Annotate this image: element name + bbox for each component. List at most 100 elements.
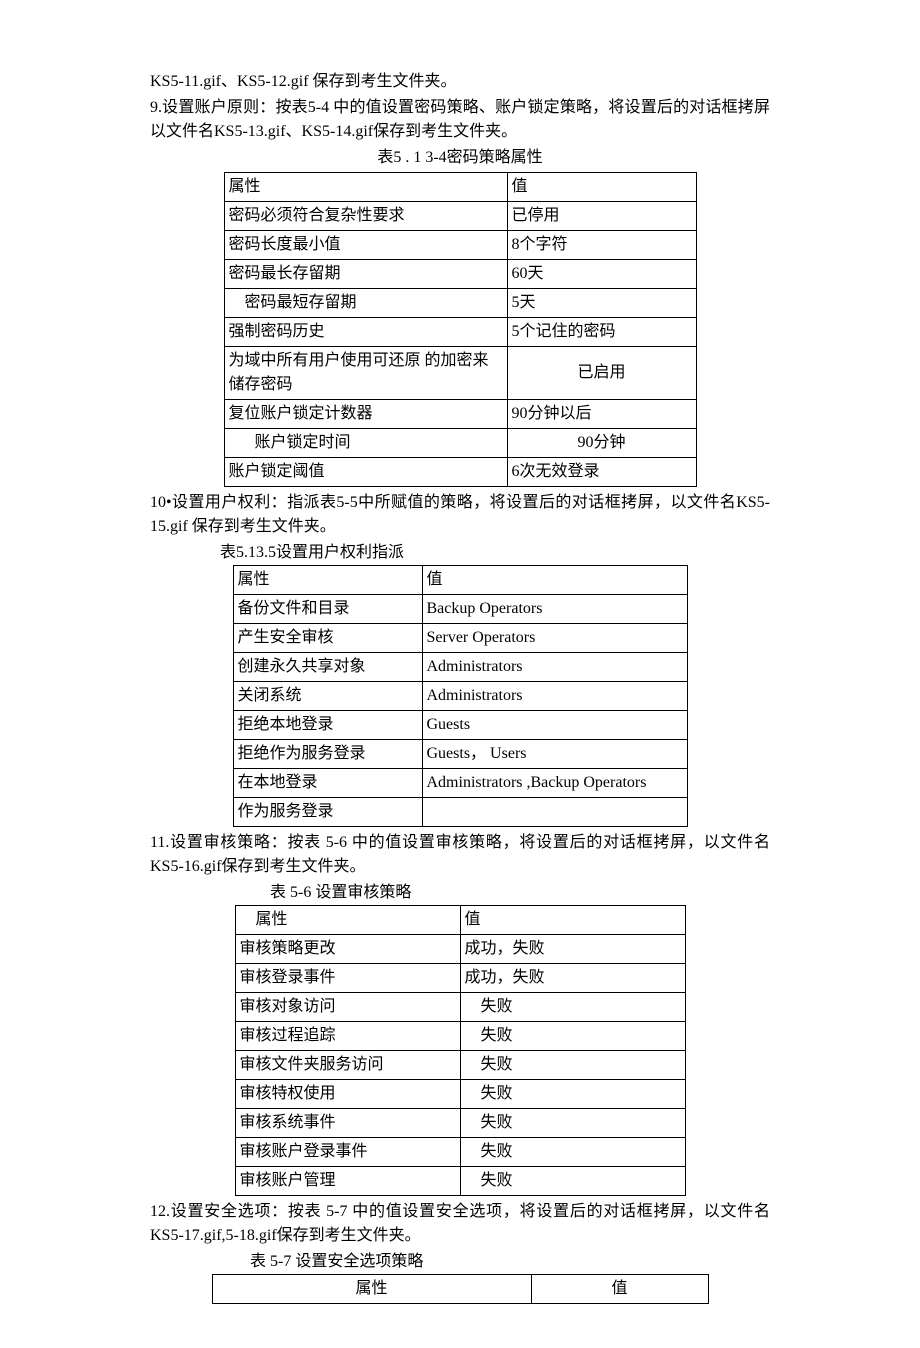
table-row: 密码最短存留期5天	[224, 289, 696, 318]
table-user-rights: 属性 值 备份文件和目录Backup Operators 产生安全审核Serve…	[233, 565, 688, 827]
table-row: 审核对象访问失败	[235, 993, 685, 1022]
paragraph-intro-2: 9.设置账户原则：按表5-4 中的值设置密码策略、账户锁定策略，将设置后的对话框…	[150, 96, 770, 144]
table-row: 为域中所有用户使用可还原 的加密来储存密码已启用	[224, 347, 696, 400]
table-row: 账户锁定时间90分钟	[224, 429, 696, 458]
cell: 密码最短存留期	[224, 289, 507, 318]
cell: 成功，失败	[460, 935, 685, 964]
cell: 6次无效登录	[507, 458, 696, 487]
cell: 已停用	[507, 202, 696, 231]
paragraph-12: 12.设置安全选项：按表 5-7 中的值设置安全选项，将设置后的对话框拷屏，以文…	[150, 1200, 770, 1248]
table-password-policy: 属性 值 密码必须符合复杂性要求已停用 密码长度最小值8个字符 密码最长存留期6…	[224, 172, 697, 487]
table-row: 审核账户登录事件失败	[235, 1138, 685, 1167]
cell: 失败	[460, 1167, 685, 1196]
table-row: 拒绝作为服务登录Guests， Users	[233, 740, 687, 769]
table-row: 审核系统事件失败	[235, 1109, 685, 1138]
table-row: 密码必须符合复杂性要求已停用	[224, 202, 696, 231]
cell: 失败	[460, 1080, 685, 1109]
header-cell: 属性	[224, 173, 507, 202]
cell: 作为服务登录	[233, 798, 422, 827]
cell: 密码长度最小值	[224, 231, 507, 260]
table3-caption: 表 5-6 设置审核策略	[270, 881, 770, 905]
paragraph-10: 10•设置用户权利：指派表5-5中所赋值的策略，将设置后的对话框拷屏，以文件名K…	[150, 491, 770, 539]
table-row: 关闭系统Administrators	[233, 682, 687, 711]
cell: 90分钟	[507, 429, 696, 458]
cell: 已启用	[507, 347, 696, 400]
header-cell: 值	[507, 173, 696, 202]
header-cell: 值	[460, 906, 685, 935]
cell: 成功，失败	[460, 964, 685, 993]
cell: Server Operators	[422, 624, 687, 653]
cell: 失败	[460, 1138, 685, 1167]
table-security-options: 属性 值	[212, 1274, 709, 1304]
table-row: 产生安全审核Server Operators	[233, 624, 687, 653]
cell: 审核系统事件	[235, 1109, 460, 1138]
table-row: 审核过程追踪失败	[235, 1022, 685, 1051]
cell: 失败	[460, 1051, 685, 1080]
table-row: 密码最长存留期60天	[224, 260, 696, 289]
table-row: 属性 值	[235, 906, 685, 935]
table-row: 作为服务登录	[233, 798, 687, 827]
cell: 账户锁定阈值	[224, 458, 507, 487]
cell: Administrators	[422, 653, 687, 682]
header-cell: 属性	[235, 906, 460, 935]
cell: 在本地登录	[233, 769, 422, 798]
table-row: 备份文件和目录Backup Operators	[233, 595, 687, 624]
cell: 密码最长存留期	[224, 260, 507, 289]
table2-caption: 表5.13.5设置用户权利指派	[220, 541, 770, 565]
cell: Guests， Users	[422, 740, 687, 769]
cell: 复位账户锁定计数器	[224, 400, 507, 429]
table-row: 拒绝本地登录Guests	[233, 711, 687, 740]
table-row: 审核文件夹服务访问失败	[235, 1051, 685, 1080]
table-row: 审核登录事件成功，失败	[235, 964, 685, 993]
table-row: 审核账户管理失败	[235, 1167, 685, 1196]
cell: 审核登录事件	[235, 964, 460, 993]
table-row: 密码长度最小值8个字符	[224, 231, 696, 260]
table-row: 属性 值	[233, 566, 687, 595]
table-row: 强制密码历史5个记住的密码	[224, 318, 696, 347]
header-cell: 值	[422, 566, 687, 595]
table-row: 账户锁定阈值6次无效登录	[224, 458, 696, 487]
table-audit-policy: 属性 值 审核策略更改成功，失败 审核登录事件成功，失败 审核对象访问失败 审核…	[235, 905, 686, 1196]
cell: 60天	[507, 260, 696, 289]
cell: 拒绝作为服务登录	[233, 740, 422, 769]
table-row: 属性 值	[224, 173, 696, 202]
cell: 审核账户登录事件	[235, 1138, 460, 1167]
cell: Administrators	[422, 682, 687, 711]
cell: 5个记住的密码	[507, 318, 696, 347]
cell: 审核特权使用	[235, 1080, 460, 1109]
cell: 产生安全审核	[233, 624, 422, 653]
table-row: 复位账户锁定计数器90分钟以后	[224, 400, 696, 429]
table-row: 审核策略更改成功，失败	[235, 935, 685, 964]
table4-caption: 表 5-7 设置安全选项策略	[250, 1250, 770, 1274]
cell: 审核过程追踪	[235, 1022, 460, 1051]
cell: 失败	[460, 1022, 685, 1051]
table-row: 审核特权使用失败	[235, 1080, 685, 1109]
cell: 备份文件和目录	[233, 595, 422, 624]
cell: 审核对象访问	[235, 993, 460, 1022]
cell: 审核账户管理	[235, 1167, 460, 1196]
cell: 创建永久共享对象	[233, 653, 422, 682]
cell: 关闭系统	[233, 682, 422, 711]
cell: 强制密码历史	[224, 318, 507, 347]
cell: 密码必须符合复杂性要求	[224, 202, 507, 231]
header-cell: 值	[531, 1275, 708, 1304]
header-cell: 属性	[233, 566, 422, 595]
table1-caption: 表5 . 1 3-4密码策略属性	[150, 146, 770, 170]
cell: 失败	[460, 993, 685, 1022]
cell: Backup Operators	[422, 595, 687, 624]
cell	[422, 798, 687, 827]
paragraph-intro-1: KS5-11.gif、KS5-12.gif 保存到考生文件夹。	[150, 70, 770, 94]
cell: 账户锁定时间	[224, 429, 507, 458]
paragraph-11: 11.设置审核策略：按表 5-6 中的值设置审核策略，将设置后的对话框拷屏，以文…	[150, 831, 770, 879]
cell: 90分钟以后	[507, 400, 696, 429]
cell: 审核策略更改	[235, 935, 460, 964]
table-row: 创建永久共享对象Administrators	[233, 653, 687, 682]
cell: Guests	[422, 711, 687, 740]
cell: 审核文件夹服务访问	[235, 1051, 460, 1080]
cell: 失败	[460, 1109, 685, 1138]
cell: Administrators ,Backup Operators	[422, 769, 687, 798]
table-row: 属性 值	[212, 1275, 708, 1304]
cell: 为域中所有用户使用可还原 的加密来储存密码	[224, 347, 507, 400]
cell: 8个字符	[507, 231, 696, 260]
table-row: 在本地登录Administrators ,Backup Operators	[233, 769, 687, 798]
